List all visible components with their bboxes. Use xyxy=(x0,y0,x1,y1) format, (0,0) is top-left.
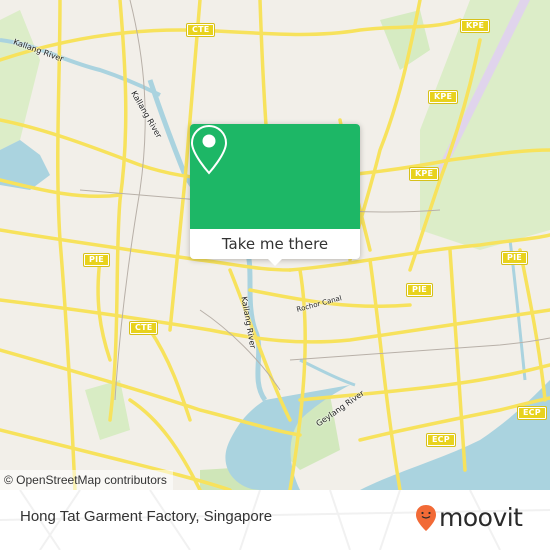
place-name: Hong Tat Garment Factory, Singapore xyxy=(20,508,273,525)
footer-bar: Hong Tat Garment Factory, Singapore moov… xyxy=(0,490,550,550)
moovit-wordmark: moovit xyxy=(439,503,523,532)
map-view[interactable]: CTE KPE KPE KPE PIE PIE PIE CTE ECP ECP … xyxy=(0,0,550,490)
highway-shield-kpe: KPE xyxy=(459,19,491,33)
location-pin-icon xyxy=(190,124,228,175)
map-attribution[interactable]: © OpenStreetMap contributors xyxy=(0,470,173,490)
popup-pointer xyxy=(266,257,284,266)
highway-shield-cte: CTE xyxy=(185,23,216,37)
highway-shield-kpe: KPE xyxy=(408,167,440,181)
moovit-pin-icon xyxy=(416,505,436,531)
highway-shield-cte: CTE xyxy=(128,321,159,335)
highway-shield-pie: PIE xyxy=(406,283,433,297)
highway-shield-ecp: ECP xyxy=(517,406,547,420)
highway-shield-pie: PIE xyxy=(83,253,110,267)
highway-shield-ecp: ECP xyxy=(426,433,456,447)
popup-header[interactable] xyxy=(190,124,360,229)
airport-grass xyxy=(420,0,550,250)
directions-popup[interactable]: Take me there xyxy=(190,124,360,259)
highway-shield-pie: PIE xyxy=(501,251,528,265)
highway-shield-kpe: KPE xyxy=(427,90,459,104)
take-me-there-button[interactable]: Take me there xyxy=(190,229,360,259)
